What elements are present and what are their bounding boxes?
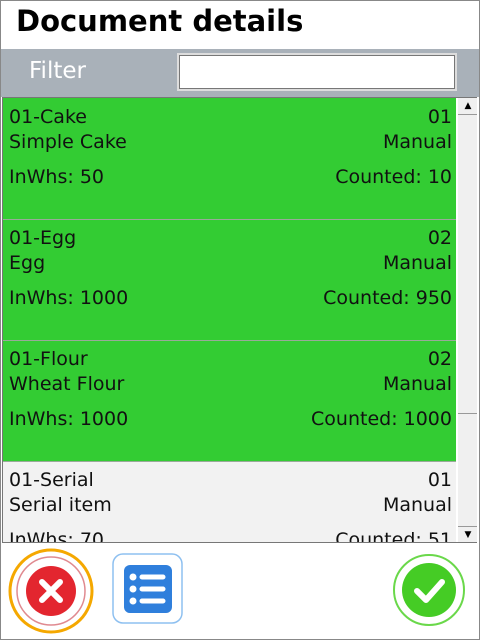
item-name: Egg (9, 252, 46, 274)
filter-label: Filter (29, 58, 86, 84)
item-mode: Manual (382, 252, 452, 274)
item-number: 02 (427, 348, 452, 370)
item-number: 01 (427, 469, 452, 491)
item-code: 01-Cake (9, 106, 87, 128)
confirm-button[interactable] (392, 553, 466, 627)
item-list: 01-Serial 01 Serial item Manual InWhs: 70 Cou… (2, 97, 477, 543)
list-item[interactable]: 01-Egg 02 Egg Manual InWhs: 1000 Counted: 950 (3, 219, 456, 341)
item-name: Simple Cake (9, 131, 127, 153)
item-code: 01-Flour (9, 348, 88, 370)
item-code: 01-Egg (9, 227, 77, 249)
item-in-warehouse: InWhs: 1000 (9, 408, 129, 430)
list-item[interactable]: 01-Cake 01 Simple Cake Manual InWhs: 50 Count… (3, 98, 456, 220)
item-counted: Counted: 950 (323, 287, 452, 309)
item-name: Wheat Flour (9, 373, 125, 395)
item-counted: Counted: 51 (335, 529, 452, 543)
scrollbar-thumb[interactable] (458, 116, 477, 414)
item-in-warehouse: InWhs: 50 (9, 166, 104, 188)
item-mode: Manual (382, 494, 452, 516)
item-counted: Counted: 10 (335, 166, 452, 188)
item-number: 02 (427, 227, 452, 249)
item-number: 01 (427, 106, 452, 128)
list-item[interactable]: 01-Flour 02 Wheat Flour Manual InWhs: 1000 Co… (3, 340, 456, 462)
scrollbar[interactable]: ▲ ▼ (458, 98, 477, 542)
item-in-warehouse: InWhs: 1000 (9, 287, 129, 309)
item-counted: Counted: 1000 (311, 408, 452, 430)
scroll-up-button[interactable]: ▲ (458, 98, 477, 115)
list-button[interactable] (112, 553, 184, 625)
item-in-warehouse: InWhs: 70 (9, 529, 104, 543)
page-title: Document details (16, 4, 304, 38)
item-mode: Manual (382, 373, 452, 395)
bottom-toolbar (0, 543, 480, 640)
cancel-button[interactable] (8, 548, 96, 636)
item-mode: Manual (382, 131, 452, 153)
filter-input[interactable] (177, 53, 457, 91)
scroll-down-button[interactable]: ▼ (458, 526, 477, 542)
check-icon (402, 563, 456, 617)
list-item[interactable]: 01-Serial 01 Serial item Manual InWhs: 70 Cou… (3, 461, 456, 543)
filter-bar: Filter (1, 49, 479, 97)
item-name: Serial item (9, 494, 112, 516)
item-code: 01-Serial (9, 469, 94, 491)
